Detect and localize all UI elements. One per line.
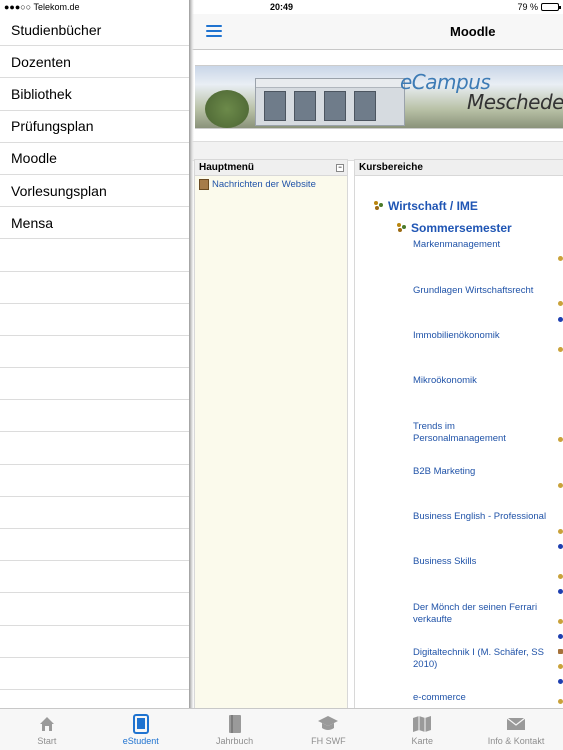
empty-row bbox=[0, 432, 190, 465]
tree-shape bbox=[205, 90, 249, 128]
page-title: Moodle bbox=[450, 24, 496, 39]
guest-access-icon bbox=[558, 301, 563, 306]
guest-access-icon bbox=[558, 574, 563, 579]
enrol-key-icon bbox=[558, 544, 563, 549]
battery-percent: 79 % bbox=[517, 2, 538, 12]
empty-row bbox=[0, 465, 190, 497]
course-link[interactable]: Markenmanagement bbox=[413, 239, 553, 251]
empty-row bbox=[0, 272, 190, 304]
tab-estudent[interactable]: eStudent bbox=[94, 709, 188, 750]
empty-row bbox=[0, 529, 190, 562]
panel-divider bbox=[189, 0, 194, 708]
campus-banner: eCampus Meschede bbox=[195, 65, 563, 129]
building-shape bbox=[255, 78, 405, 126]
collapse-icon[interactable]: − bbox=[336, 164, 344, 172]
empty-row bbox=[0, 336, 190, 369]
side-menu-item-bibliothek[interactable]: Bibliothek bbox=[0, 78, 190, 111]
app-screen: ●●●○○ Telekom.de 20:49 79 % Studienbüche… bbox=[0, 0, 563, 750]
nav-bar: Moodle bbox=[192, 14, 563, 50]
subcategory-icon bbox=[397, 223, 407, 233]
banner-brand-line2: Meschede bbox=[467, 90, 563, 114]
clock: 20:49 bbox=[269, 2, 294, 12]
side-menu-item-moodle[interactable]: Moodle bbox=[0, 143, 190, 175]
graduation-cap-icon bbox=[281, 714, 375, 734]
side-menu: Studienbücher Dozenten Bibliothek Prüfun… bbox=[0, 14, 190, 708]
tab-info-kontakt-label: Info & Kontakt bbox=[487, 736, 545, 746]
empty-row bbox=[0, 626, 190, 658]
empty-row bbox=[0, 239, 190, 272]
site-news-link[interactable]: Nachrichten der Website bbox=[195, 176, 347, 193]
envelope-icon bbox=[469, 714, 563, 734]
tab-jahrbuch[interactable]: Jahrbuch bbox=[188, 709, 282, 750]
course-link[interactable]: Immobilienökonomik bbox=[413, 330, 553, 342]
guest-access-icon bbox=[558, 529, 563, 534]
side-menu-item-vorlesungsplan[interactable]: Vorlesungsplan bbox=[0, 175, 190, 208]
category-label: Wirtschaft / IME bbox=[388, 199, 478, 213]
side-menu-item-dozenten[interactable]: Dozenten bbox=[0, 46, 190, 79]
course-link[interactable]: Mikroökonomik bbox=[413, 375, 553, 387]
battery-icon bbox=[541, 3, 561, 11]
map-icon bbox=[375, 714, 469, 734]
tab-karte-label: Karte bbox=[411, 736, 433, 746]
tab-fh-swf[interactable]: FH SWF bbox=[281, 709, 375, 750]
enrol-key-icon bbox=[558, 679, 563, 684]
side-menu-item-studienbuecher[interactable]: Studienbücher bbox=[0, 14, 190, 47]
subcategory-label: Sommersemester bbox=[411, 221, 512, 235]
course-link[interactable]: Der Mönch der seinen Ferrari verkaufte bbox=[413, 602, 553, 625]
battery-indicator: 79 % bbox=[517, 2, 561, 12]
tablet-icon bbox=[94, 714, 188, 734]
enrol-key-icon bbox=[558, 634, 563, 639]
guest-access-icon bbox=[558, 619, 563, 624]
tab-info-kontakt[interactable]: Info & Kontakt bbox=[469, 709, 563, 750]
category-link[interactable]: Wirtschaft / IME bbox=[374, 199, 478, 213]
main-menu-block: Hauptmenü − Nachrichten der Website bbox=[194, 159, 348, 708]
empty-row bbox=[0, 593, 190, 626]
guest-access-icon bbox=[558, 347, 563, 352]
enrol-key-icon bbox=[558, 589, 563, 594]
site-news-label: Nachrichten der Website bbox=[212, 179, 316, 190]
tab-estudent-label: eStudent bbox=[122, 736, 159, 746]
course-link[interactable]: e-commerce bbox=[413, 692, 553, 704]
course-link[interactable]: Business English - Professional bbox=[413, 511, 553, 523]
house-icon bbox=[0, 714, 94, 734]
subcategory-link[interactable]: Sommersemester bbox=[397, 221, 512, 235]
tab-start[interactable]: Start bbox=[0, 709, 94, 750]
guest-access-icon bbox=[558, 699, 563, 704]
news-icon bbox=[558, 649, 563, 654]
empty-row bbox=[0, 497, 190, 529]
tab-start-label: Start bbox=[37, 736, 57, 746]
category-icon bbox=[374, 201, 384, 211]
tab-bar: Start eStudent Jahrbuch FH SWF Karte Inf… bbox=[0, 708, 563, 750]
course-link[interactable]: Trends im Personalmanagement bbox=[413, 421, 523, 444]
tab-jahrbuch-label: Jahrbuch bbox=[216, 736, 254, 746]
book-icon bbox=[188, 714, 282, 734]
tab-fh-swf-label: FH SWF bbox=[311, 736, 346, 746]
course-link[interactable]: B2B Marketing bbox=[413, 466, 553, 478]
guest-access-icon bbox=[558, 256, 563, 261]
empty-row bbox=[0, 368, 190, 401]
webview: eCampus Meschede Hauptmenü − Nachrichten… bbox=[192, 51, 563, 708]
breadcrumb-bar bbox=[192, 141, 563, 161]
course-link[interactable]: Grundlagen Wirtschaftsrecht bbox=[413, 285, 553, 297]
course-link[interactable]: Digitaltechnik I (M. Schäfer, SS 2010) bbox=[413, 647, 553, 670]
guest-access-icon bbox=[558, 437, 563, 442]
empty-row bbox=[0, 304, 190, 336]
guest-access-icon bbox=[558, 483, 563, 488]
main-menu-title: Hauptmenü bbox=[199, 162, 254, 173]
course-categories-header: Kursbereiche bbox=[355, 160, 563, 176]
hamburger-menu-icon[interactable] bbox=[206, 25, 222, 37]
tab-karte[interactable]: Karte bbox=[375, 709, 469, 750]
side-menu-item-pruefungsplan[interactable]: Prüfungsplan bbox=[0, 111, 190, 143]
status-bar: ●●●○○ Telekom.de 20:49 79 % bbox=[0, 0, 563, 14]
empty-row bbox=[0, 561, 190, 594]
news-icon bbox=[199, 179, 209, 190]
main-panel: Moodle eCampus Meschede Hauptmenü − Nach… bbox=[192, 14, 563, 708]
main-menu-header: Hauptmenü − bbox=[195, 160, 347, 176]
empty-row bbox=[0, 400, 190, 433]
guest-access-icon bbox=[558, 664, 563, 669]
side-menu-item-mensa[interactable]: Mensa bbox=[0, 207, 190, 240]
course-link[interactable]: Business Skills bbox=[413, 556, 553, 568]
empty-row bbox=[0, 658, 190, 690]
enrol-key-icon bbox=[558, 317, 563, 322]
